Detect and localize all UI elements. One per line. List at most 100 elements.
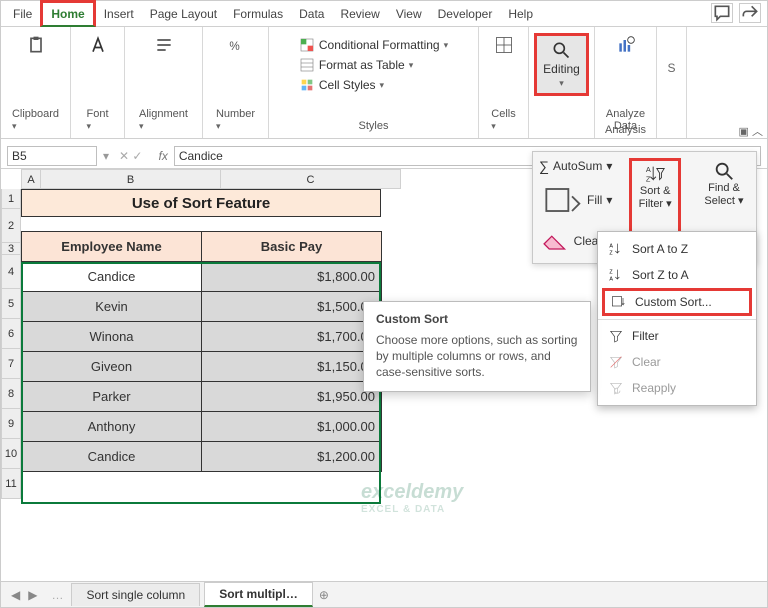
row-1[interactable]: 1 [1, 189, 21, 209]
row-10[interactable]: 10 [1, 439, 21, 469]
label-reapply: Reapply [632, 381, 676, 395]
chevron-down-icon[interactable]: ▾ [86, 121, 91, 131]
label-number: Number [216, 108, 255, 120]
chevron-down-icon[interactable]: ▾ [491, 121, 496, 131]
row-8[interactable]: 8 [1, 379, 21, 409]
fx-icon[interactable]: fx [158, 149, 167, 163]
chevron-down-icon[interactable]: ▾ [444, 40, 449, 51]
analyze-data-icon[interactable] [614, 31, 638, 59]
tab-view[interactable]: View [388, 3, 430, 25]
title-cell[interactable]: Use of Sort Feature [21, 189, 381, 217]
share-icon[interactable] [739, 3, 761, 23]
header-employee[interactable]: Employee Name [22, 232, 202, 262]
name-box[interactable]: B5 [7, 146, 97, 166]
sort-filter-dropdown: AZSort A to Z ZASort Z to A Custom Sort.… [597, 231, 757, 406]
row-3[interactable]: 3 [1, 243, 21, 255]
tab-review[interactable]: Review [332, 3, 387, 25]
group-font: Font▾ [71, 27, 125, 138]
label-sort-filter2: Filter [639, 198, 663, 210]
format-as-table-button[interactable]: Format as Table ▾ [299, 57, 413, 73]
label-autosum: AutoSum [553, 159, 602, 173]
group-analysis: AnalyzeData Analysis [595, 27, 657, 138]
chevron-down-icon[interactable]: ▾ [380, 80, 385, 91]
cell-styles-button[interactable]: Cell Styles ▾ [299, 77, 384, 93]
col-b[interactable]: B [41, 169, 221, 189]
chevron-down-icon: ▾ [666, 198, 672, 210]
svg-text:%: % [229, 40, 239, 53]
sheet-more-icon[interactable]: … [51, 588, 63, 602]
menu-custom-sort[interactable]: Custom Sort... [602, 288, 752, 316]
tab-formulas[interactable]: Formulas [225, 3, 291, 25]
svg-text:A: A [646, 165, 651, 174]
chevron-down-icon[interactable]: ▾ [12, 121, 17, 131]
menu-reapply: Reapply [598, 375, 756, 401]
label-analysis: Analysis [595, 124, 656, 136]
add-sheet-icon[interactable]: ⊕ [319, 588, 329, 602]
ribbon: Clipboard▾ Font▾ Alignment▾ % Number▾ Co… [1, 27, 767, 139]
collapse-ribbon-icon[interactable]: ▣ ︿ [739, 123, 763, 139]
label-analyze: Analyze [606, 108, 645, 120]
label-editing: Editing [543, 62, 580, 76]
label-custom-sort: Custom Sort... [635, 295, 712, 309]
sheet-tab-2[interactable]: Sort multipl… [204, 582, 313, 607]
tab-data[interactable]: Data [291, 3, 332, 25]
label-find-select2: Select [704, 195, 735, 207]
alignment-icon[interactable] [152, 31, 176, 59]
autosum-button[interactable]: ∑AutoSum ▾ [539, 158, 612, 174]
fill-button[interactable]: Fill ▾ [539, 178, 612, 222]
sort-filter-icon: AZ [644, 163, 666, 185]
selection-border [21, 262, 381, 504]
clipboard-icon[interactable] [24, 31, 48, 59]
row-4[interactable]: 4 [1, 255, 21, 289]
tab-help[interactable]: Help [500, 3, 541, 25]
svg-text:Z: Z [609, 270, 613, 276]
group-number: % Number▾ [203, 27, 269, 138]
label-format-table: Format as Table [319, 58, 405, 72]
label-cell-styles: Cell Styles [319, 78, 376, 92]
watermark: exceldemyEXCEL & DATA [361, 481, 463, 515]
col-a[interactable]: A [21, 169, 41, 189]
group-clipboard: Clipboard▾ [1, 27, 71, 138]
menu-tabs: File Home Insert Page Layout Formulas Da… [1, 1, 767, 27]
label-fill: Fill [587, 193, 602, 207]
number-icon[interactable]: % [224, 31, 248, 59]
chevron-down-icon[interactable]: ▾ [216, 121, 221, 131]
tab-file[interactable]: File [5, 3, 40, 25]
label-styles: Styles [359, 120, 389, 134]
comments-icon[interactable] [711, 3, 733, 23]
sheet-tab-1[interactable]: Sort single column [71, 583, 200, 606]
group-overflow: S [657, 27, 687, 138]
menu-sort-za[interactable]: ZASort Z to A [598, 262, 756, 288]
chevron-down-icon: ▾ [606, 193, 612, 207]
tab-home[interactable]: Home [40, 0, 95, 27]
label-sort-az: Sort A to Z [632, 242, 688, 256]
tooltip-body: Choose more options, such as sorting by … [376, 332, 578, 381]
row-9[interactable]: 9 [1, 409, 21, 439]
svg-text:A: A [609, 244, 613, 250]
row-2[interactable]: 2 [1, 209, 21, 243]
header-pay[interactable]: Basic Pay [202, 232, 382, 262]
tab-developer[interactable]: Developer [430, 3, 501, 25]
search-icon [551, 40, 571, 60]
tab-page-layout[interactable]: Page Layout [142, 3, 225, 25]
row-11[interactable]: 11 [1, 469, 21, 499]
conditional-formatting-button[interactable]: Conditional Formatting ▾ [299, 37, 448, 53]
chevron-down-icon[interactable]: ▾ [409, 60, 414, 71]
chevron-down-icon: ▾ [738, 195, 744, 207]
menu-sort-az[interactable]: AZSort A to Z [598, 236, 756, 262]
label-overflow: S [667, 61, 675, 75]
sheet-nav[interactable]: ◀▶ [1, 588, 47, 602]
group-editing: Editing ▾ [529, 27, 595, 138]
row-7[interactable]: 7 [1, 349, 21, 379]
label-alignment: Alignment [139, 108, 188, 120]
cells-icon[interactable] [492, 31, 516, 59]
menu-filter[interactable]: Filter [598, 323, 756, 349]
row-5[interactable]: 5 [1, 289, 21, 319]
label-find-select: Find & [708, 182, 740, 194]
chevron-down-icon[interactable]: ▾ [139, 121, 144, 131]
tab-insert[interactable]: Insert [96, 3, 142, 25]
col-c[interactable]: C [221, 169, 401, 189]
font-icon[interactable] [86, 31, 110, 59]
editing-button[interactable]: Editing ▾ [534, 33, 589, 96]
row-6[interactable]: 6 [1, 319, 21, 349]
